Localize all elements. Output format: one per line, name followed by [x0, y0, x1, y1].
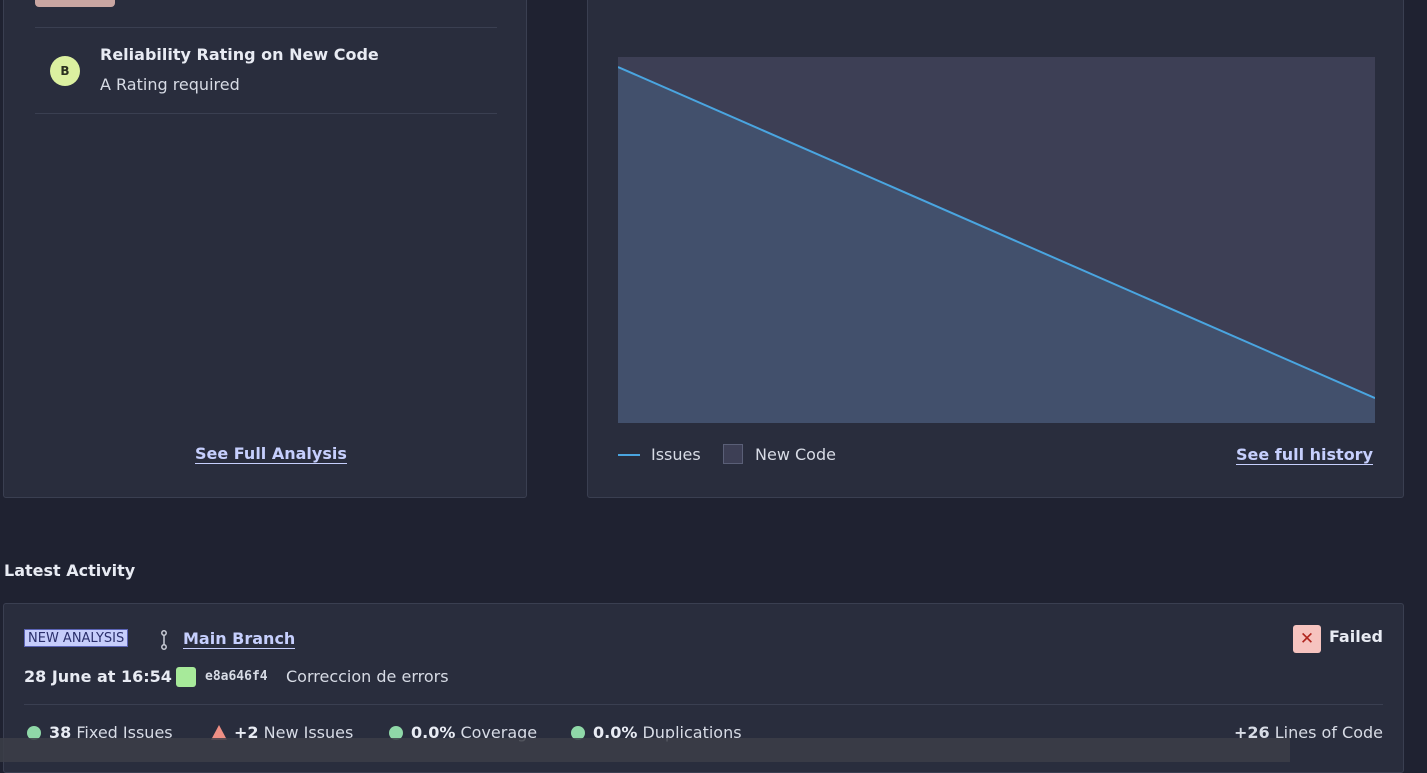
- legend-issues: Issues: [651, 445, 701, 464]
- divider: [35, 27, 497, 28]
- commit-hash: e8a646f4: [205, 669, 268, 684]
- commit-icon: [176, 667, 196, 687]
- failed-x-icon: ✕: [1293, 625, 1321, 653]
- branch-icon: [161, 630, 167, 650]
- quality-gate-conditions-card: B Reliability Rating on New Code A Ratin…: [3, 0, 527, 498]
- issues-history-card: Issues New Code See full history: [587, 0, 1404, 498]
- see-full-history-link[interactable]: See full history: [1235, 445, 1373, 465]
- issues-chart: [618, 57, 1375, 423]
- condition-subtitle: A Rating required: [100, 75, 240, 94]
- divider: [35, 113, 497, 114]
- main-branch-link[interactable]: Main Branch: [183, 629, 296, 649]
- legend-new-code: New Code: [755, 445, 836, 464]
- divider: [24, 704, 1383, 705]
- tooltip-overlay: [0, 738, 1290, 762]
- issues-legend-swatch: [618, 454, 640, 456]
- status-text: Failed: [1328, 627, 1383, 646]
- latest-activity-heading: Latest Activity: [4, 561, 136, 580]
- analysis-date: 28 June at 16:54: [24, 667, 172, 686]
- new-code-legend-swatch: [723, 444, 743, 464]
- new-analysis-tag: NEW ANALYSIS: [24, 629, 129, 647]
- lines-of-code-label: Lines of Code: [1274, 723, 1383, 742]
- status-badge: [35, 0, 115, 7]
- condition-title[interactable]: Reliability Rating on New Code: [100, 45, 379, 64]
- see-full-analysis-link[interactable]: See Full Analysis: [195, 444, 347, 464]
- commit-message: Correccion de errors: [286, 667, 449, 686]
- rating-badge: B: [50, 56, 80, 86]
